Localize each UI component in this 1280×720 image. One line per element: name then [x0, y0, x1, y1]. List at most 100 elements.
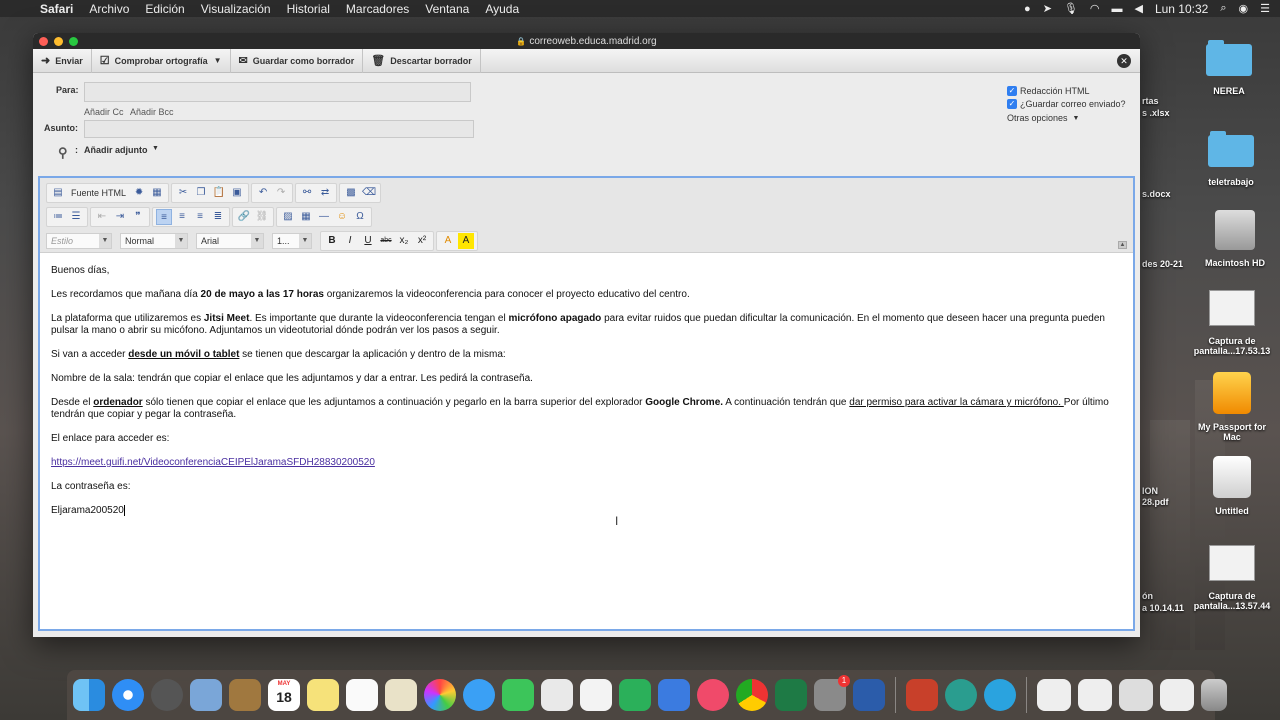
superscript-icon[interactable]: x² — [414, 233, 430, 249]
templates-icon[interactable]: ▦ — [149, 185, 165, 201]
style-select[interactable]: Estilo ▼ — [46, 233, 112, 249]
dock-numbers-icon[interactable] — [619, 679, 651, 711]
find-icon[interactable]: ⚯ — [299, 185, 315, 201]
subscript-icon[interactable]: x₂ — [396, 233, 412, 249]
remove-format-icon[interactable]: ⌫ — [361, 185, 377, 201]
undo-icon[interactable]: ↶ — [255, 185, 271, 201]
align-right-icon[interactable]: ≡ — [192, 209, 208, 225]
attach-button[interactable]: Añadir adjunto — [84, 145, 148, 155]
size-select[interactable]: 1... ▼ — [272, 233, 312, 249]
desktop-icon-captura-1[interactable]: Captura de pantalla...17.53.13 — [1190, 290, 1274, 356]
attach-chevron-icon[interactable]: ▼ — [152, 145, 159, 152]
smiley-icon[interactable]: ☺ — [334, 209, 350, 225]
redo-icon[interactable]: ↷ — [273, 185, 289, 201]
replace-icon[interactable]: ⇄ — [317, 185, 333, 201]
indent-icon[interactable]: ⇥ — [112, 209, 128, 225]
table-icon[interactable]: ▦ — [298, 209, 314, 225]
desktop-partial-label[interactable]: ION — [1142, 486, 1158, 496]
desktop-partial-label[interactable]: des 20-21 — [1142, 259, 1183, 269]
dock-reminders-icon[interactable] — [346, 679, 378, 711]
desktop-icon-nerea[interactable]: NEREA — [1187, 40, 1271, 96]
subject-input[interactable] — [84, 120, 474, 138]
dock-calendar-icon[interactable]: MAY 18 — [268, 679, 300, 711]
desktop-icon-untitled[interactable]: Untitled — [1190, 456, 1274, 516]
dock-contacts-icon[interactable] — [229, 679, 261, 711]
desktop-partial-label[interactable]: ón — [1142, 591, 1153, 601]
dock-chrome-icon[interactable] — [736, 679, 768, 711]
numbered-list-icon[interactable]: ≔ — [50, 209, 66, 225]
dock-word-icon[interactable] — [853, 679, 885, 711]
dock-stack-icon[interactable] — [1078, 679, 1112, 711]
record-icon[interactable]: ● — [1024, 3, 1031, 15]
outdent-icon[interactable]: ⇤ — [94, 209, 110, 225]
notification-center-icon[interactable]: ☰ — [1260, 2, 1270, 15]
menu-visualizacion[interactable]: Visualización — [201, 2, 271, 16]
checkbox-checked-icon[interactable]: ✓ — [1007, 99, 1017, 109]
window-titlebar[interactable]: 🔒 correoweb.educa.madrid.org — [33, 33, 1140, 49]
horizontal-rule-icon[interactable]: ― — [316, 209, 332, 225]
menu-archivo[interactable]: Archivo — [89, 2, 129, 16]
select-all-icon[interactable]: ▩ — [343, 185, 359, 201]
dock-keynote-icon[interactable] — [658, 679, 690, 711]
desktop-partial-label[interactable]: s.docx — [1142, 189, 1171, 199]
paste-icon[interactable]: 📋 — [211, 185, 227, 201]
dock-music-icon[interactable] — [697, 679, 729, 711]
flag-icon[interactable]: ▬ — [1111, 3, 1122, 15]
copy-icon[interactable]: ❐ — [193, 185, 209, 201]
menu-app-name[interactable]: Safari — [40, 2, 73, 16]
dock-excel-icon[interactable] — [775, 679, 807, 711]
html-option[interactable]: ✓ Redacción HTML — [1007, 86, 1090, 96]
volume-icon[interactable]: ◀ — [1134, 2, 1142, 15]
message-body[interactable]: Buenos días, Les recordamos que mañana d… — [40, 255, 1133, 629]
italic-icon[interactable]: I — [342, 233, 358, 249]
wifi-icon[interactable]: ◠ — [1090, 2, 1100, 15]
add-bcc-link[interactable]: Añadir Bcc — [130, 107, 174, 117]
unlink-icon[interactable]: ⛓ — [254, 209, 270, 225]
more-options-link[interactable]: Otras opciones ▼ — [1007, 113, 1079, 123]
add-cc-link[interactable]: Añadir Cc — [84, 107, 124, 117]
menu-ayuda[interactable]: Ayuda — [485, 2, 519, 16]
dock-photo-booth-icon[interactable] — [541, 679, 573, 711]
fullscreen-window-button[interactable] — [69, 37, 78, 46]
dock-launchpad-icon[interactable] — [151, 679, 183, 711]
menu-marcadores[interactable]: Marcadores — [346, 2, 409, 16]
menu-historial[interactable]: Historial — [287, 2, 330, 16]
checkbox-checked-icon[interactable]: ✓ — [1007, 86, 1017, 96]
dock-preview-icon[interactable] — [190, 679, 222, 711]
align-left-icon[interactable]: ≡ — [156, 209, 172, 225]
format-select[interactable]: Normal ▼ — [120, 233, 188, 249]
search-icon[interactable]: ⌕ — [1220, 2, 1226, 15]
align-justify-icon[interactable]: ≣ — [210, 209, 226, 225]
cut-icon[interactable]: ✂ — [175, 185, 191, 201]
save-sent-option[interactable]: ✓ ¿Guardar correo enviado? — [1007, 99, 1126, 109]
dock-powerpoint-icon[interactable] — [906, 679, 938, 711]
dock-trash-icon[interactable] — [1201, 679, 1227, 711]
underline-icon[interactable]: U — [360, 233, 376, 249]
dock-stack-icon[interactable] — [1160, 679, 1194, 711]
clock[interactable]: Lun 10:32 — [1155, 2, 1208, 16]
image-icon[interactable]: ▨ — [280, 209, 296, 225]
font-select[interactable]: Arial ▼ — [196, 233, 264, 249]
dock-screen-share-icon[interactable] — [945, 679, 977, 711]
siri-icon[interactable]: ◉ — [1239, 2, 1249, 15]
close-compose-button[interactable]: ✕ — [1117, 54, 1131, 68]
to-input[interactable] — [84, 82, 471, 102]
dock-messages-icon[interactable] — [463, 679, 495, 711]
dock-facetime-icon[interactable] — [502, 679, 534, 711]
source-html-button[interactable]: Fuente HTML — [71, 188, 126, 198]
desktop-partial-label[interactable]: rtas — [1142, 96, 1159, 106]
spellcheck-button[interactable]: ☑ Comprobar ortografía ▼ — [92, 48, 231, 73]
paste-word-icon[interactable]: ▣ — [229, 185, 245, 201]
desktop-icon-teletrabajo[interactable]: teletrabajo — [1189, 131, 1273, 187]
desktop-partial-label[interactable]: 28.pdf — [1142, 497, 1169, 507]
bulleted-list-icon[interactable]: ☰ — [68, 209, 84, 225]
special-char-icon[interactable]: Ω — [352, 209, 368, 225]
navigation-icon[interactable]: ➤ — [1043, 2, 1052, 15]
dock-pages-icon[interactable] — [580, 679, 612, 711]
strikethrough-icon[interactable]: abc — [378, 233, 394, 249]
desktop-icon-captura-2[interactable]: Captura de pantalla...13.57.44 — [1190, 545, 1274, 611]
dock-notes-icon[interactable] — [307, 679, 339, 711]
blockquote-icon[interactable]: ❞ — [130, 209, 146, 225]
dock-stack-icon[interactable] — [1119, 679, 1153, 711]
link-icon[interactable]: 🔗 — [236, 209, 252, 225]
